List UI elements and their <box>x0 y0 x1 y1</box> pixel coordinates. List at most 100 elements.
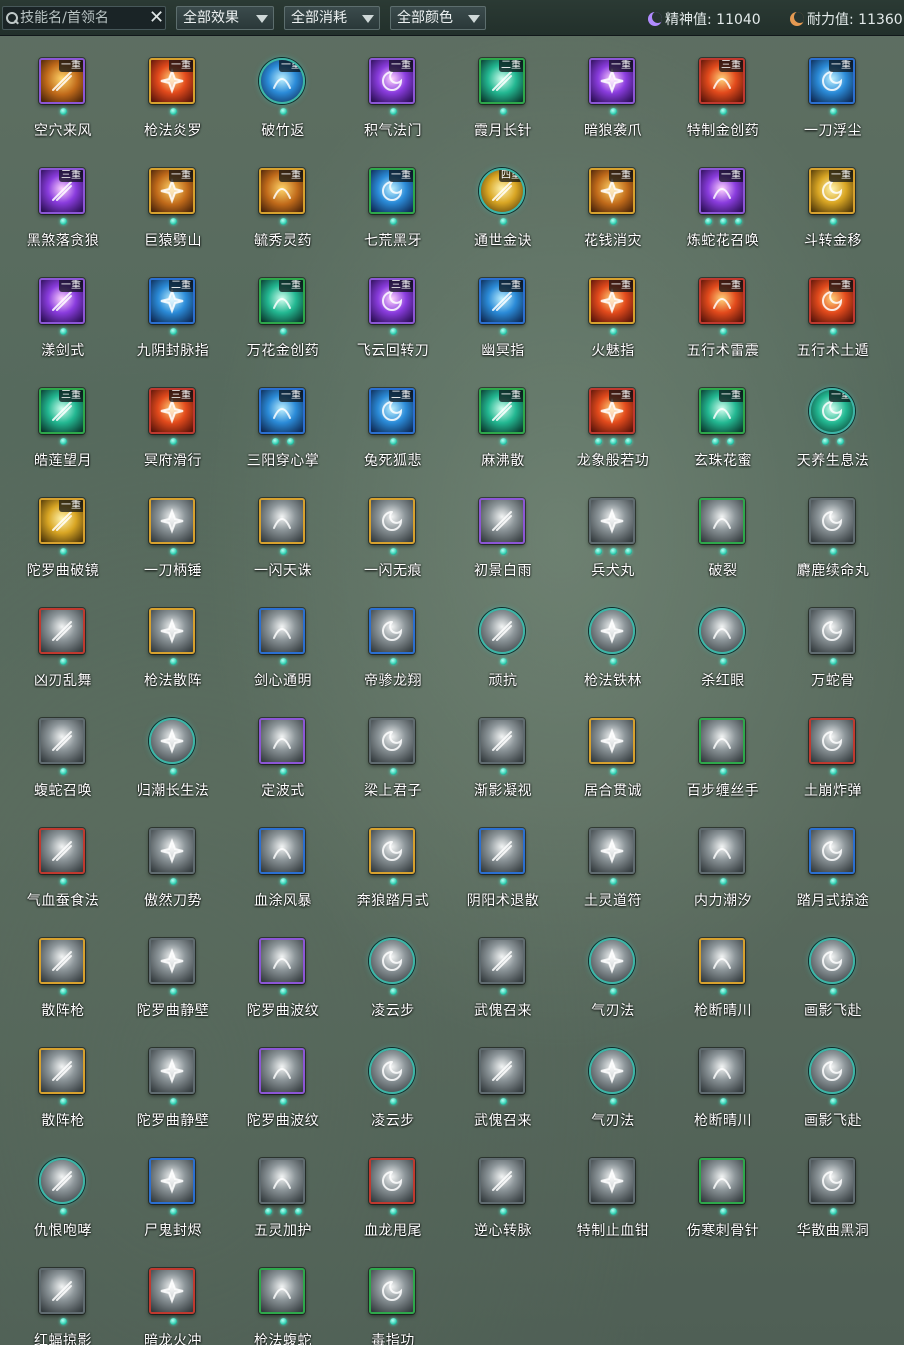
skill-slot[interactable]: 陀罗曲静壁 <box>118 1040 228 1150</box>
skill-icon-frame[interactable] <box>369 938 415 984</box>
skill-icon-frame[interactable] <box>369 1048 415 1094</box>
skill-icon-frame[interactable]: 四重 <box>479 168 525 214</box>
skill-icon-frame[interactable] <box>259 1048 305 1094</box>
skill-slot[interactable]: 一重 暗狼袭爪 <box>558 50 668 160</box>
skill-icon-frame[interactable] <box>589 938 635 984</box>
skill-slot[interactable]: 凌云步 <box>338 1040 448 1150</box>
skill-slot[interactable]: 一重 巨猿劈山 <box>118 160 228 270</box>
skill-icon-frame[interactable] <box>39 1268 85 1314</box>
skill-slot[interactable]: 武傀召来 <box>448 930 558 1040</box>
skill-icon-frame[interactable]: 一重 <box>149 58 195 104</box>
skill-slot[interactable]: 画影飞赴 <box>778 930 888 1040</box>
effect-filter-dropdown[interactable]: 全部效果 <box>176 6 274 30</box>
skill-icon-frame[interactable]: 一重 <box>259 388 305 434</box>
skill-icon-frame[interactable] <box>259 718 305 764</box>
skill-icon-frame[interactable]: 一重 <box>589 58 635 104</box>
skill-slot[interactable]: 三重 黑煞落贪狼 <box>8 160 118 270</box>
clear-icon[interactable]: ✕ <box>148 9 165 27</box>
skill-slot[interactable]: 兵犬丸 <box>558 490 668 600</box>
skill-slot[interactable]: 一重 枪法炎罗 <box>118 50 228 160</box>
skill-slot[interactable]: 一闪天诛 <box>228 490 338 600</box>
skill-icon-frame[interactable]: 一重 <box>809 388 855 434</box>
skill-slot[interactable]: 四重 通世金诀 <box>448 160 558 270</box>
skill-slot[interactable]: 一重 陀罗曲破镜 <box>8 490 118 600</box>
skill-slot[interactable]: 一重 万花金创药 <box>228 270 338 380</box>
skill-icon-frame[interactable] <box>699 608 745 654</box>
skill-slot[interactable]: 帝骖龙翔 <box>338 600 448 710</box>
skill-slot[interactable]: 枪法铁林 <box>558 600 668 710</box>
skill-slot[interactable]: 内力潮汐 <box>668 820 778 930</box>
skill-icon-frame[interactable]: 一重 <box>589 388 635 434</box>
skill-icon-frame[interactable] <box>479 938 525 984</box>
skill-icon-frame[interactable] <box>39 828 85 874</box>
skill-slot[interactable]: 三重 冥府滑行 <box>118 380 228 490</box>
skill-icon-frame[interactable]: 一重 <box>39 278 85 324</box>
skill-icon-frame[interactable]: 三重 <box>699 58 745 104</box>
skill-slot[interactable]: 踏月式掠途 <box>778 820 888 930</box>
skill-icon-frame[interactable]: 三重 <box>39 168 85 214</box>
skill-icon-frame[interactable]: 一重 <box>699 278 745 324</box>
skill-slot[interactable]: 气血蚕食法 <box>8 820 118 930</box>
skill-slot[interactable]: 一重 七荒黑牙 <box>338 160 448 270</box>
skill-icon-frame[interactable] <box>479 1048 525 1094</box>
skill-icon-frame[interactable] <box>589 828 635 874</box>
skill-icon-frame[interactable]: 三重 <box>39 388 85 434</box>
color-filter-dropdown[interactable]: 全部颜色 <box>390 6 486 30</box>
skill-icon-frame[interactable] <box>809 608 855 654</box>
skill-icon-frame[interactable] <box>259 1158 305 1204</box>
skill-slot[interactable]: 万蛇骨 <box>778 600 888 710</box>
skill-icon-frame[interactable] <box>699 938 745 984</box>
skill-slot[interactable]: 枪断晴川 <box>668 1040 778 1150</box>
skill-icon-frame[interactable] <box>149 828 195 874</box>
skill-slot[interactable]: 麝鹿续命丸 <box>778 490 888 600</box>
skill-slot[interactable]: 土灵道符 <box>558 820 668 930</box>
skill-icon-frame[interactable] <box>149 718 195 764</box>
search-input[interactable] <box>20 10 147 26</box>
skill-icon-frame[interactable] <box>39 938 85 984</box>
skill-icon-frame[interactable] <box>149 498 195 544</box>
skill-slot[interactable]: 一重 玄珠花蜜 <box>668 380 778 490</box>
skill-icon-frame[interactable]: 二重 <box>369 388 415 434</box>
skill-icon-frame[interactable]: 一重 <box>259 58 305 104</box>
skill-icon-frame[interactable] <box>809 938 855 984</box>
skill-icon-frame[interactable] <box>809 828 855 874</box>
skill-icon-frame[interactable] <box>589 498 635 544</box>
skill-slot[interactable]: 陀罗曲波纹 <box>228 930 338 1040</box>
skill-slot[interactable]: 三重 皓莲望月 <box>8 380 118 490</box>
skill-slot[interactable]: 伤寒刺骨针 <box>668 1150 778 1260</box>
skill-icon-frame[interactable]: 一重 <box>809 168 855 214</box>
skill-slot[interactable]: 土崩炸弹 <box>778 710 888 820</box>
skill-icon-frame[interactable] <box>149 1158 195 1204</box>
skill-icon-frame[interactable]: 一重 <box>479 388 525 434</box>
skill-icon-frame[interactable] <box>149 938 195 984</box>
skill-slot[interactable]: 五灵加护 <box>228 1150 338 1260</box>
skill-slot[interactable]: 枪法蝮蛇 <box>228 1260 338 1345</box>
skill-slot[interactable]: 一重 龙象般若功 <box>558 380 668 490</box>
skill-slot[interactable]: 蝮蛇召唤 <box>8 710 118 820</box>
skill-slot[interactable]: 梁上君子 <box>338 710 448 820</box>
skill-icon-frame[interactable] <box>369 718 415 764</box>
skill-slot[interactable]: 居合贯诚 <box>558 710 668 820</box>
skill-icon-frame[interactable] <box>589 718 635 764</box>
skill-icon-frame[interactable] <box>369 608 415 654</box>
skill-slot[interactable]: 红蝠掠影 <box>8 1260 118 1345</box>
skill-slot[interactable]: 华散曲黑洞 <box>778 1150 888 1260</box>
skill-slot[interactable]: 三重 飞云回转刀 <box>338 270 448 380</box>
skill-slot[interactable]: 凌云步 <box>338 930 448 1040</box>
skill-slot[interactable]: 一刀柄锤 <box>118 490 228 600</box>
skill-icon-frame[interactable] <box>479 498 525 544</box>
skill-slot[interactable]: 三重 特制金创药 <box>668 50 778 160</box>
skill-slot[interactable]: 气刃法 <box>558 1040 668 1150</box>
skill-slot[interactable]: 散阵枪 <box>8 1040 118 1150</box>
skill-icon-frame[interactable] <box>39 1158 85 1204</box>
skill-icon-frame[interactable] <box>589 1048 635 1094</box>
skill-slot[interactable]: 一重 炼蛇花召唤 <box>668 160 778 270</box>
skill-slot[interactable]: 一重 天养生息法 <box>778 380 888 490</box>
skill-icon-frame[interactable]: 一重 <box>699 168 745 214</box>
skill-slot[interactable]: 杀红眼 <box>668 600 778 710</box>
skill-slot[interactable]: 一重 麻沸散 <box>448 380 558 490</box>
skill-icon-frame[interactable] <box>149 1268 195 1314</box>
skill-slot[interactable]: 傲然刀势 <box>118 820 228 930</box>
skill-slot[interactable]: 陀罗曲波纹 <box>228 1040 338 1150</box>
skill-icon-frame[interactable]: 一重 <box>479 278 525 324</box>
